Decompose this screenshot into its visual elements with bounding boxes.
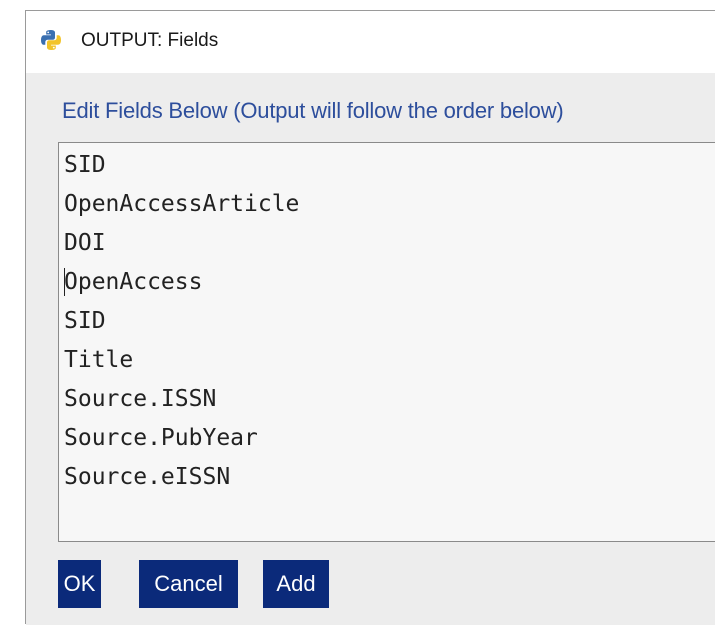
dialog-client-area: Edit Fields Below (Output will follow th… (26, 73, 715, 625)
field-line: SID (64, 308, 106, 334)
field-line: OpenAccess (64, 269, 203, 295)
instructions-label: Edit Fields Below (Output will follow th… (62, 98, 564, 123)
background-window-strip (0, 0, 715, 10)
field-line: Source.PubYear (64, 425, 258, 451)
field-line: Source.eISSN (64, 464, 231, 490)
field-line: Source.ISSN (64, 386, 217, 412)
add-button[interactable]: Add (263, 560, 329, 608)
fields-text-area[interactable]: SID OpenAccessArticle DOI OpenAccess SID… (58, 142, 715, 542)
cancel-button[interactable]: Cancel (139, 560, 238, 608)
field-line: Title (64, 347, 134, 373)
field-line: SID (64, 152, 106, 178)
ok-button[interactable]: OK (58, 560, 101, 608)
title-bar[interactable]: OUTPUT: Fields (26, 11, 715, 73)
window-title: OUTPUT: Fields (81, 30, 219, 51)
text-caret (64, 268, 65, 296)
field-line: OpenAccessArticle (64, 191, 300, 217)
field-line: DOI (64, 230, 106, 256)
output-fields-dialog: OUTPUT: Fields Edit Fields Below (Output… (25, 10, 715, 625)
python-logo-icon (41, 30, 61, 50)
